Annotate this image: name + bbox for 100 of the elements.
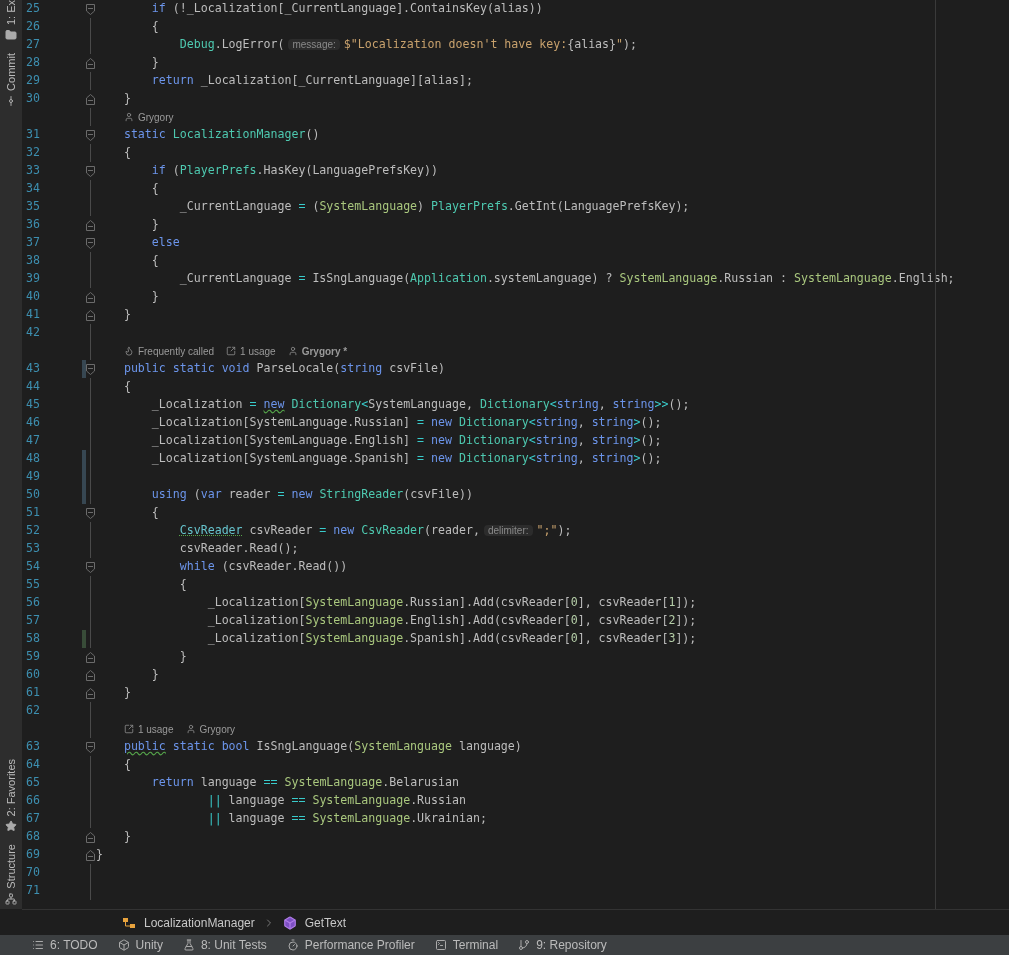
code-line: { [179, 576, 187, 594]
code-line: CsvReader csvReader = new CsvReader(reader, delimiter: ";"); [179, 522, 572, 540]
code-line: _CurrentLanguage = IsSngLanguage(Application.systemLanguage) ? SystemLanguage.Russian : SystemLanguage.English; [179, 270, 955, 288]
line-number: 51 [25, 504, 41, 522]
code-lens-label[interactable]: Frequently called [137, 343, 215, 359]
fold-marker-icon[interactable] [86, 129, 95, 141]
code-line: } [151, 216, 159, 234]
code-line: { [123, 756, 131, 774]
code-lens-label[interactable]: Grygory * [301, 343, 348, 359]
code-line: if (PlayerPrefs.HasKey(LanguagePrefsKey)) [151, 162, 439, 180]
line-number: 59 [25, 648, 41, 666]
fold-marker-icon[interactable] [86, 651, 95, 663]
fold-marker-icon[interactable] [86, 93, 95, 105]
tool-window-tab[interactable]: 2: Favorites [2, 758, 20, 833]
code-line: } [151, 288, 159, 306]
code-line: } [123, 90, 131, 108]
tool-window-button[interactable]: Unity [117, 936, 163, 954]
timer-icon [286, 939, 299, 951]
line-number: 69 [25, 846, 41, 864]
class-hierarchy-icon [122, 916, 136, 929]
flame-icon [123, 346, 134, 356]
line-number: 46 [25, 414, 41, 432]
line-number: 25 [25, 0, 41, 18]
tool-window-button[interactable]: 6: TODO [32, 936, 98, 954]
tool-window-button[interactable]: 9: Repository [518, 936, 607, 954]
line-number: 65 [25, 774, 41, 792]
code-line: _Localization[SystemLanguage.Spanish] = new Dictionary<string, string>(); [151, 450, 662, 468]
fold-marker-icon[interactable] [86, 561, 95, 573]
code-lens-label[interactable]: Grygory [137, 109, 174, 125]
line-number: 54 [25, 558, 41, 576]
code-lens-label[interactable]: Grygory [199, 721, 236, 737]
code-line: _Localization[SystemLanguage.Spanish].Add(csvReader[0], csvReader[3]); [207, 630, 697, 648]
line-number: 70 [25, 864, 41, 882]
line-number: 30 [25, 90, 41, 108]
line-number: 60 [25, 666, 41, 684]
fold-marker-icon[interactable] [86, 3, 95, 15]
fold-marker-icon[interactable] [86, 849, 95, 861]
line-number: 27 [25, 36, 41, 54]
breadcrumb-item[interactable]: GetText [304, 913, 347, 932]
cube-icon [117, 939, 130, 951]
fold-marker-icon[interactable] [86, 507, 95, 519]
person-icon [287, 346, 298, 356]
code-line: while (csvReader.Read()) [179, 558, 348, 576]
code-line: { [123, 144, 131, 162]
fold-marker-icon[interactable] [86, 831, 95, 843]
structure-icon [5, 893, 17, 905]
code-line: if (!_Localization[_CurrentLanguage].ContainsKey(alias)) [151, 0, 543, 18]
usage-icon [226, 346, 237, 356]
tool-window-button[interactable]: Performance Profiler [286, 936, 415, 954]
line-number: 40 [25, 288, 41, 306]
fold-marker-icon[interactable] [86, 165, 95, 177]
tool-window-button[interactable]: 8: Unit Tests [182, 936, 267, 954]
code-line: } [123, 828, 131, 846]
code-lens-label[interactable]: 1 usage [240, 343, 276, 359]
line-number: 67 [25, 810, 41, 828]
line-number: 35 [25, 198, 41, 216]
tool-window-tab[interactable]: Structure [2, 844, 20, 905]
person-icon [123, 112, 134, 122]
tool-window-tab[interactable]: Commit [2, 53, 20, 107]
fold-marker-icon[interactable] [86, 363, 95, 375]
code-line: } [151, 666, 159, 684]
line-number: 62 [25, 702, 41, 720]
code-line: _Localization[SystemLanguage.Russian].Add(csvReader[0], csvReader[1]); [207, 594, 697, 612]
line-number: 66 [25, 792, 41, 810]
fold-marker-icon[interactable] [86, 687, 95, 699]
line-number: 31 [25, 126, 41, 144]
line-number: 29 [25, 72, 41, 90]
line-number: 45 [25, 396, 41, 414]
fold-marker-icon[interactable] [86, 237, 95, 249]
code-lens-label[interactable]: 1 usage [137, 721, 174, 737]
line-number: 28 [25, 54, 41, 72]
line-number: 26 [25, 18, 41, 36]
fold-marker-icon[interactable] [86, 741, 95, 753]
fold-marker-icon[interactable] [86, 219, 95, 231]
fold-marker-icon[interactable] [86, 291, 95, 303]
code-line: } [123, 684, 131, 702]
fold-marker-icon[interactable] [86, 57, 95, 69]
line-number: 34 [25, 180, 41, 198]
tool-window-tab[interactable]: 1: Ex [2, 0, 20, 42]
tool-window-button[interactable]: Terminal [434, 936, 499, 954]
fold-marker-icon[interactable] [86, 669, 95, 681]
fold-marker-icon[interactable] [86, 309, 95, 321]
terminal-icon [434, 939, 447, 951]
code-line: } [179, 648, 187, 666]
line-number: 49 [25, 468, 41, 486]
line-number: 37 [25, 234, 41, 252]
code-line: } [123, 306, 131, 324]
line-number: 52 [25, 522, 41, 540]
line-number: 47 [25, 432, 41, 450]
line-number: 38 [25, 252, 41, 270]
breadcrumb-item[interactable]: LocalizationManager [144, 913, 255, 932]
cube-icon [282, 915, 297, 930]
line-number: 58 [25, 630, 41, 648]
line-number: 50 [25, 486, 41, 504]
code-line: { [151, 18, 159, 36]
person-icon [185, 724, 196, 734]
branch-icon [518, 939, 531, 951]
line-number: 56 [25, 594, 41, 612]
code-line: || language == SystemLanguage.Ukrainian; [207, 810, 487, 828]
code-line: } [96, 846, 103, 864]
